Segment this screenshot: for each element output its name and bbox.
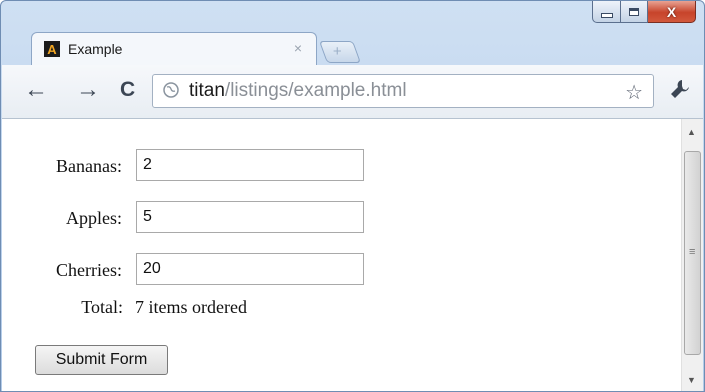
favicon-icon: A: [44, 41, 60, 57]
scrollbar-thumb[interactable]: ≡: [684, 151, 701, 355]
address-path: /listings/example.html: [224, 80, 407, 101]
browser-toolbar: ← → C titan/listings/example.html ☆: [2, 65, 703, 119]
browser-window: X A Example × + ← → C titan/listings/exa…: [0, 0, 705, 392]
reload-icon[interactable]: C: [120, 78, 135, 102]
forward-icon[interactable]: →: [76, 78, 100, 102]
maximize-icon: [629, 7, 639, 16]
tab-title: Example: [68, 41, 123, 57]
close-window-button[interactable]: X: [648, 1, 696, 23]
scroll-down-arrow[interactable]: ▼: [687, 375, 696, 385]
submit-form-button[interactable]: Submit Form: [35, 345, 168, 375]
address-bar[interactable]: titan/listings/example.html ☆: [152, 74, 654, 108]
window-caption-buttons: X: [592, 1, 696, 25]
total-label: Total:: [81, 297, 123, 317]
address-host: titan: [189, 80, 225, 101]
page-content: Bananas: Apples: Cherries: Total: 7 item…: [2, 119, 703, 391]
vertical-scrollbar[interactable]: ▲ ≡ ▼: [681, 119, 703, 391]
back-icon[interactable]: ←: [24, 78, 48, 102]
cherries-label: Cherries:: [56, 260, 122, 280]
apples-input[interactable]: [136, 201, 364, 233]
bananas-label: Bananas:: [56, 156, 122, 176]
minimize-button[interactable]: [592, 1, 621, 23]
tab-example[interactable]: A Example ×: [31, 32, 317, 66]
tab-close-icon[interactable]: ×: [294, 40, 302, 56]
minimize-icon: [600, 13, 613, 18]
address-url: titan/listings/example.html: [189, 80, 407, 102]
wrench-icon[interactable]: [668, 77, 692, 101]
scroll-up-arrow[interactable]: ▲: [687, 127, 696, 137]
globe-icon: [163, 82, 179, 98]
apples-label: Apples:: [66, 208, 122, 228]
close-icon: X: [666, 3, 677, 20]
star-icon[interactable]: ☆: [625, 80, 643, 105]
maximize-button[interactable]: [621, 1, 648, 23]
scrollbar-grip: ≡: [689, 246, 696, 258]
new-tab-icon: +: [332, 43, 342, 60]
bananas-input[interactable]: [136, 149, 364, 181]
cherries-input[interactable]: [136, 253, 364, 285]
new-tab-button[interactable]: +: [318, 41, 362, 63]
total-value: 7 items ordered: [135, 297, 247, 317]
